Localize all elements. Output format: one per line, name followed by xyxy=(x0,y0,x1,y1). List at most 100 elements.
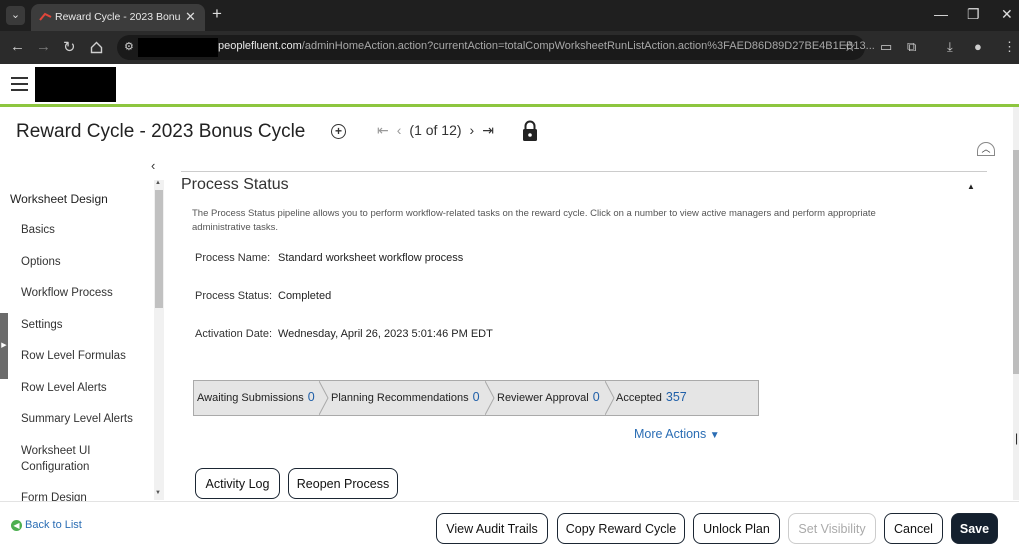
activation-date-value: Wednesday, April 26, 2023 5:01:46 PM EDT xyxy=(278,328,493,340)
pipeline-chevron-icon xyxy=(319,381,329,415)
address-bar[interactable]: ⚙ peoplefluent.com/adminHomeAction.actio… xyxy=(117,35,875,60)
back-to-list-link[interactable]: ◀ Back to List xyxy=(11,519,82,531)
more-actions-label: More Actions xyxy=(634,427,707,441)
prev-page-icon[interactable]: ‹ xyxy=(397,122,402,138)
extensions-icon[interactable]: ⧉ xyxy=(907,39,916,55)
tab-search-button[interactable]: ⌄ xyxy=(6,6,25,25)
url-text: peoplefluent.com/adminHomeAction.action?… xyxy=(218,40,875,52)
minimize-icon[interactable]: — xyxy=(934,6,948,22)
scroll-up-icon[interactable]: ▲ xyxy=(155,180,161,186)
collapse-header-icon[interactable]: ︿ xyxy=(977,142,995,156)
last-page-icon[interactable]: ⇥ xyxy=(482,122,494,139)
add-circle-icon[interactable]: + xyxy=(331,124,346,139)
process-name-row: Process Name: Standard worksheet workflow… xyxy=(195,252,463,264)
process-pipeline: Awaiting Submissions 0 Planning Recommend… xyxy=(193,380,759,416)
restore-icon[interactable]: ❐ xyxy=(967,6,980,23)
browser-tab-bar: ⌄ Reward Cycle - 2023 Bonus Cycle ✕ + — … xyxy=(0,0,1019,31)
stage-count-link[interactable]: 357 xyxy=(666,390,687,404)
stage-count-link[interactable]: 0 xyxy=(593,390,600,404)
view-audit-trails-button[interactable]: View Audit Trails xyxy=(436,513,548,544)
sidebar-item-basics[interactable]: Basics xyxy=(21,222,147,238)
sidebar-drawer-handle[interactable]: ▶ xyxy=(0,313,8,379)
bookmark-star-icon[interactable]: ☆ xyxy=(843,38,856,55)
activity-log-button[interactable]: Activity Log xyxy=(195,468,280,499)
process-name-value: Standard worksheet workflow process xyxy=(278,252,464,264)
cast-icon[interactable]: ▭ xyxy=(880,39,892,55)
pipeline-chevron-icon xyxy=(605,381,615,415)
pipeline-chevron-icon xyxy=(485,381,495,415)
caret-down-icon: ▼ xyxy=(709,430,720,441)
more-actions-dropdown[interactable]: More Actions ▼ xyxy=(634,427,720,441)
browser-toolbar: ← → ↻ ⚙ peoplefluent.com/adminHomeAction… xyxy=(0,31,1019,64)
reload-icon[interactable]: ↻ xyxy=(63,38,76,56)
forward-icon[interactable]: → xyxy=(36,38,51,55)
redacted-logo xyxy=(35,67,116,102)
pipeline-stage-reviewer-approval: Reviewer Approval 0 xyxy=(497,381,600,415)
browser-tab[interactable]: Reward Cycle - 2023 Bonus Cycle ✕ xyxy=(31,4,205,31)
first-page-icon[interactable]: ⇤ xyxy=(377,122,389,139)
reopen-process-button[interactable]: Reopen Process xyxy=(288,468,398,499)
downloads-icon[interactable]: ⤓ xyxy=(947,39,953,55)
sidebar-item-workflow-process[interactable]: Workflow Process xyxy=(21,285,147,301)
new-tab-icon[interactable]: + xyxy=(212,4,222,24)
cancel-button[interactable]: Cancel xyxy=(884,513,943,544)
stage-label: Accepted xyxy=(616,392,662,404)
sidebar-item-summary-level-alerts[interactable]: Summary Level Alerts xyxy=(21,411,147,427)
pager-text: (1 of 12) xyxy=(409,122,462,138)
process-status-description: The Process Status pipeline allows you t… xyxy=(192,208,876,233)
browser-menu-icon[interactable]: ⋮ xyxy=(1003,39,1016,55)
pipeline-stage-accepted: Accepted 357 xyxy=(616,381,687,415)
sidebar-item-form-design[interactable]: Form Design xyxy=(21,490,147,501)
activation-date-row: Activation Date: Wednesday, April 26, 202… xyxy=(195,328,493,340)
tab-close-icon[interactable]: ✕ xyxy=(185,9,196,25)
home-icon[interactable] xyxy=(90,41,103,54)
profile-icon[interactable]: ● xyxy=(974,39,982,54)
page-title: Reward Cycle - 2023 Bonus Cycle xyxy=(16,121,306,142)
header-accent-line xyxy=(0,104,1019,107)
stage-label: Reviewer Approval xyxy=(497,392,589,404)
stage-label: Awaiting Submissions xyxy=(197,392,304,404)
sidebar-scrollbar[interactable]: ▲ ▼ xyxy=(154,180,164,500)
section-divider xyxy=(181,171,987,172)
process-name-label: Process Name: xyxy=(195,252,271,264)
sidebar-heading: Worksheet Design xyxy=(10,192,108,206)
next-page-icon[interactable]: › xyxy=(470,122,475,138)
sidebar-scrollbar-thumb[interactable] xyxy=(155,190,163,308)
sidebar-item-worksheet-ui-configuration[interactable]: Worksheet UI Configuration xyxy=(21,443,147,475)
sidebar-item-row-level-formulas[interactable]: Row Level Formulas xyxy=(21,348,147,364)
back-to-list-label: Back to List xyxy=(25,519,82,531)
sidebar-item-settings[interactable]: Settings xyxy=(21,317,147,333)
activation-date-label: Activation Date: xyxy=(195,328,273,340)
set-visibility-button[interactable]: Set Visibility xyxy=(788,513,876,544)
mouse-cursor: | xyxy=(1015,431,1019,445)
pipeline-stage-planning-recommendations: Planning Recommendations 0 xyxy=(331,381,480,415)
section-collapse-icon[interactable]: ▲ xyxy=(967,182,975,191)
hamburger-menu-icon[interactable] xyxy=(11,77,28,91)
app-header xyxy=(0,64,1019,104)
sidebar-collapse-icon[interactable]: ‹ xyxy=(151,158,155,173)
site-favicon-icon xyxy=(39,12,52,21)
save-button[interactable]: Save xyxy=(951,513,998,544)
process-status-row: Process Status: Completed xyxy=(195,290,331,302)
unlock-plan-button[interactable]: Unlock Plan xyxy=(693,513,780,544)
stage-count-link[interactable]: 0 xyxy=(308,390,315,404)
sidebar-item-row-level-alerts[interactable]: Row Level Alerts xyxy=(21,380,147,396)
pipeline-stage-awaiting-submissions: Awaiting Submissions 0 xyxy=(197,381,315,415)
stage-count-link[interactable]: 0 xyxy=(473,390,480,404)
sidebar-item-options[interactable]: Options xyxy=(21,254,147,270)
site-info-icon[interactable]: ⚙ xyxy=(124,40,134,53)
redacted-url-segment xyxy=(138,38,218,57)
back-arrow-icon: ◀ xyxy=(11,520,22,531)
stage-label: Planning Recommendations xyxy=(331,392,469,404)
process-status-value: Completed xyxy=(278,290,332,302)
back-icon[interactable]: ← xyxy=(10,38,25,55)
section-title: Process Status xyxy=(181,176,289,193)
copy-reward-cycle-button[interactable]: Copy Reward Cycle xyxy=(557,513,685,544)
record-pager: ⇤ ‹ (1 of 12) › ⇥ xyxy=(377,122,502,139)
tab-title: Reward Cycle - 2023 Bonus Cycle xyxy=(55,11,181,23)
lock-icon[interactable] xyxy=(521,120,539,142)
window-close-icon[interactable]: ✕ xyxy=(1001,6,1013,23)
scroll-down-icon[interactable]: ▼ xyxy=(155,490,161,496)
process-status-label: Process Status: xyxy=(195,290,273,302)
page-scrollbar-thumb[interactable] xyxy=(1013,150,1019,374)
